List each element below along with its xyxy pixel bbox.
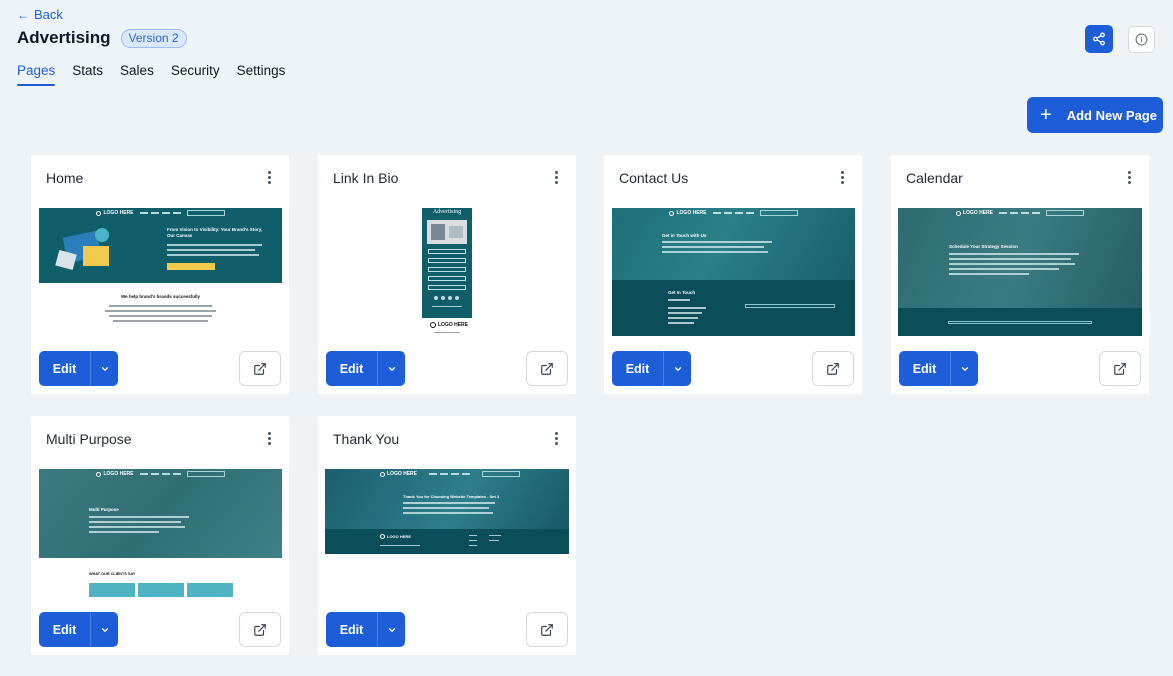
page-card-thank-you: Thank You LOGO HERE Thank You for Choosi… <box>318 416 576 655</box>
open-page-button[interactable] <box>1099 351 1141 386</box>
edit-button-group: Edit <box>612 351 691 386</box>
page-card-link-in-bio: Link In Bio Advertising LOGO HERE Edit <box>318 155 576 394</box>
thumb-heading: Multi Purpose <box>89 507 119 512</box>
page-card-multi-purpose: Multi Purpose LOGO HERE Multi Purpose WH… <box>31 416 289 655</box>
page-card-home: Home LOGO HERE From Vision to Visibility… <box>31 155 289 394</box>
thumb-subheading: We help brand's brands successfully <box>120 294 200 299</box>
edit-button-group: Edit <box>39 351 118 386</box>
kebab-menu-icon[interactable] <box>551 431 561 445</box>
kebab-menu-icon[interactable] <box>551 170 561 184</box>
edit-button-group: Edit <box>39 612 118 647</box>
external-link-icon <box>1114 362 1126 375</box>
info-icon <box>1135 33 1148 46</box>
chevron-down-icon <box>388 366 395 371</box>
title-row: Advertising Version 2 <box>17 28 187 48</box>
tab-security[interactable]: Security <box>171 63 220 86</box>
page-thumbnail[interactable]: LOGO HERE Multi Purpose WHAT OUR CLIENTS… <box>39 469 282 597</box>
thumb-logo: LOGO HERE <box>430 322 468 328</box>
chevron-down-icon <box>961 366 968 371</box>
add-new-page-button[interactable]: + Add New Page <box>1027 97 1163 133</box>
page-title: Advertising <box>17 28 111 47</box>
edit-button[interactable]: Edit <box>899 351 950 386</box>
open-page-button[interactable] <box>239 612 281 647</box>
thumb-subheading: WHAT OUR CLIENTS SAY <box>89 572 136 576</box>
card-title: Thank You <box>333 431 400 447</box>
chevron-down-icon <box>674 366 681 371</box>
external-link-icon <box>254 362 266 375</box>
open-page-button[interactable] <box>526 612 568 647</box>
thumb-heading: Get in Touch with Us <box>662 233 707 238</box>
edit-dropdown-button[interactable] <box>950 351 978 386</box>
open-page-button[interactable] <box>526 351 568 386</box>
arrow-left-icon: ← <box>17 7 29 22</box>
card-title: Calendar <box>906 170 963 186</box>
tab-pages[interactable]: Pages <box>17 63 56 86</box>
chevron-down-icon <box>101 627 108 632</box>
edit-button[interactable]: Edit <box>326 612 377 647</box>
chevron-down-icon <box>388 627 395 632</box>
thumb-logo: LOGO HERE <box>955 210 993 216</box>
kebab-menu-icon[interactable] <box>837 170 847 184</box>
page-thumbnail[interactable]: LOGO HERE From Vision to Visibility: You… <box>39 208 282 330</box>
card-title: Multi Purpose <box>46 431 132 447</box>
open-page-button[interactable] <box>812 351 854 386</box>
edit-button[interactable]: Edit <box>612 351 663 386</box>
kebab-menu-icon[interactable] <box>1124 170 1134 184</box>
thumb-logo: LOGO HERE <box>96 471 134 477</box>
back-link[interactable]: ← Back <box>17 7 63 22</box>
edit-button-group: Edit <box>326 351 405 386</box>
tab-sales[interactable]: Sales <box>120 63 154 86</box>
share-button[interactable] <box>1085 25 1113 53</box>
info-button[interactable] <box>1128 26 1155 53</box>
page-thumbnail[interactable]: Advertising LOGO HERE <box>422 208 472 336</box>
edit-dropdown-button[interactable] <box>377 351 405 386</box>
open-page-button[interactable] <box>239 351 281 386</box>
page-thumbnail[interactable]: LOGO HERE Schedule Your Strategy Session <box>898 208 1142 336</box>
external-link-icon <box>254 623 266 636</box>
edit-button-group: Edit <box>899 351 978 386</box>
edit-dropdown-button[interactable] <box>377 612 405 647</box>
card-title: Contact Us <box>619 170 689 186</box>
card-title: Home <box>46 170 84 186</box>
card-title: Link In Bio <box>333 170 399 186</box>
thumb-logo: LOGO HERE <box>96 210 134 216</box>
external-link-icon <box>541 623 553 636</box>
tab-stats[interactable]: Stats <box>72 63 103 86</box>
share-icon <box>1093 32 1105 46</box>
edit-dropdown-button[interactable] <box>90 351 118 386</box>
external-link-icon <box>827 362 839 375</box>
version-badge: Version 2 <box>120 28 187 48</box>
page-card-calendar: Calendar LOGO HERE Schedule Your Strateg… <box>891 155 1149 394</box>
thumb-heading: Thank You for Choosing Website Templates… <box>403 494 500 499</box>
tab-bar: Pages Stats Sales Security Settings <box>17 63 302 86</box>
kebab-menu-icon[interactable] <box>264 170 274 184</box>
add-new-page-label: Add New Page <box>1066 107 1157 123</box>
chevron-down-icon <box>101 366 108 371</box>
external-link-icon <box>541 362 553 375</box>
tab-settings[interactable]: Settings <box>237 63 286 86</box>
edit-button-group: Edit <box>326 612 405 647</box>
edit-dropdown-button[interactable] <box>90 612 118 647</box>
thumb-heading: Schedule Your Strategy Session <box>949 244 1018 249</box>
edit-button[interactable]: Edit <box>39 612 90 647</box>
plus-icon: + <box>1040 104 1052 126</box>
back-label: Back <box>34 7 63 22</box>
edit-button[interactable]: Edit <box>326 351 377 386</box>
kebab-menu-icon[interactable] <box>264 431 274 445</box>
edit-dropdown-button[interactable] <box>663 351 691 386</box>
thumb-logo: LOGO HERE <box>380 471 417 477</box>
thumb-logo: LOGO HERE <box>669 210 707 216</box>
thumb-subheading: Get In Touch <box>668 290 696 295</box>
edit-button[interactable]: Edit <box>39 351 90 386</box>
thumb-heading: From Vision to Visibility: Your Brand's … <box>167 227 263 238</box>
thumb-heading: Advertising <box>432 209 462 215</box>
page-card-contact-us: Contact Us LOGO HERE Get in Touch with U… <box>604 155 862 394</box>
page-thumbnail[interactable]: LOGO HERE Thank You for Choosing Website… <box>325 469 569 554</box>
page-thumbnail[interactable]: LOGO HERE Get in Touch with Us Get In To… <box>612 208 855 336</box>
